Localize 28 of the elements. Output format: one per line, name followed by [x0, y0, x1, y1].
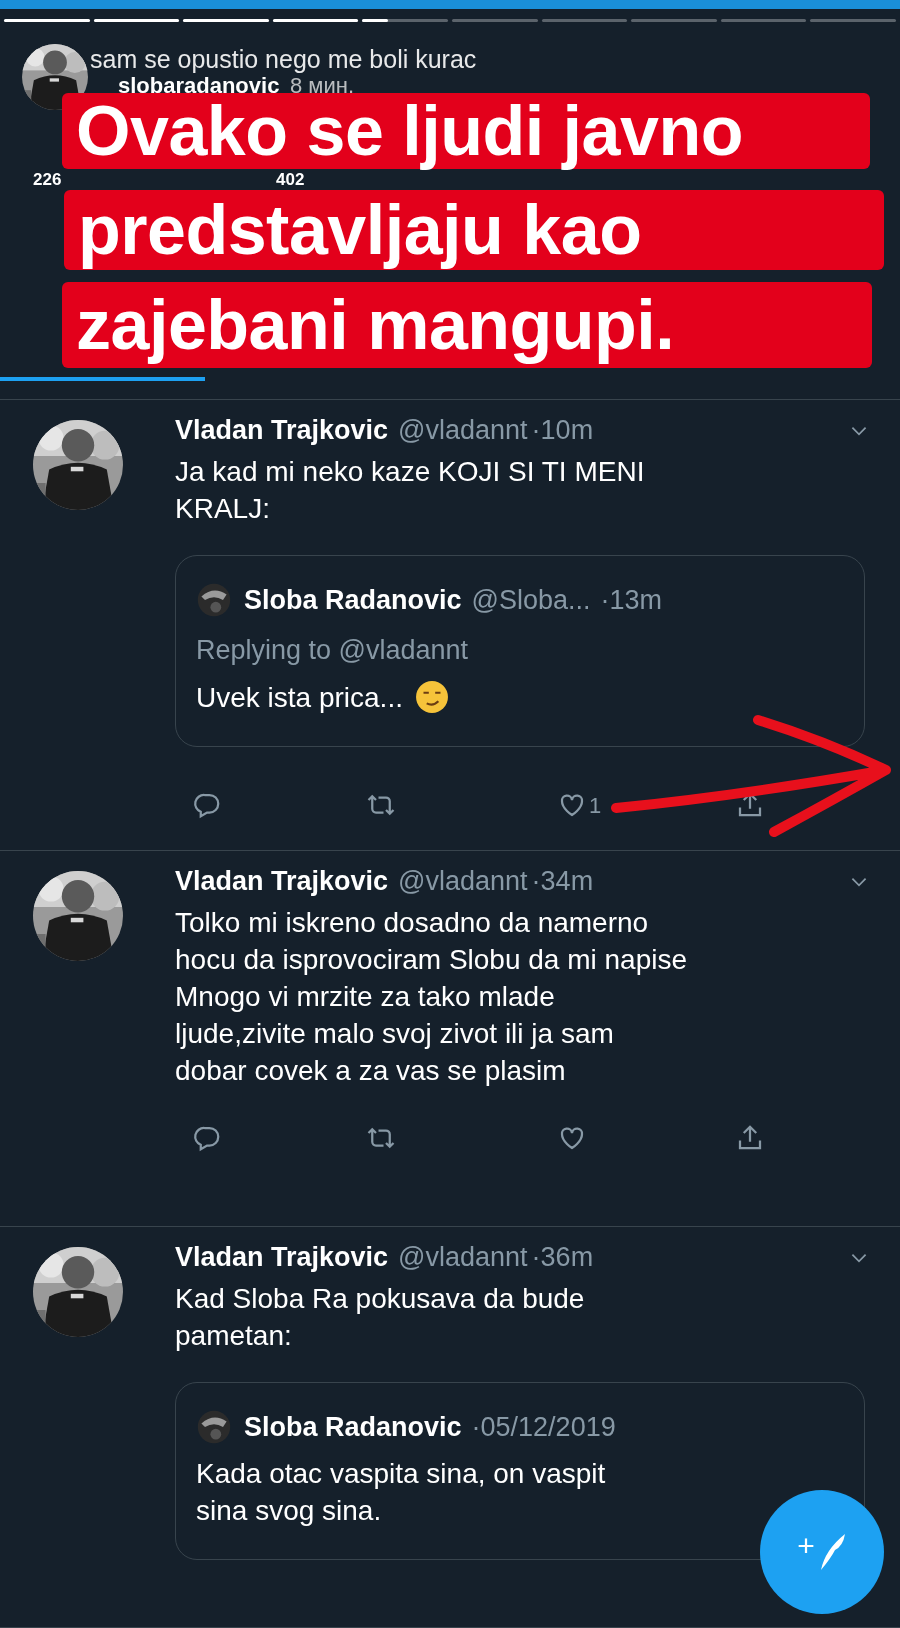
author-name: Vladan Trajkovic	[175, 414, 389, 447]
caption-banner: zajebani mangupi.	[62, 282, 872, 368]
following-count: 226	[33, 171, 62, 188]
tweet-text: Kada otac vaspita sina, on vaspit sina svog sina.	[196, 1457, 606, 1528]
tweet-text: Ja kad mi neko kaze KOJI SI TI MENI KRALJ:	[175, 454, 646, 526]
tweet-text: Kad Sloba Ra pokusava da bude pametan:	[175, 1281, 586, 1353]
author-handle: @vladannt	[398, 865, 528, 898]
like-count: 1	[589, 791, 602, 820]
tweet-time: ·10m	[531, 414, 594, 447]
tweet-text: Uvek ista prica...	[196, 680, 403, 715]
tweet-time: ·36m	[531, 1241, 594, 1274]
author-name: Vladan Trajkovic	[175, 865, 389, 898]
tweet-time: ·05/12/2019	[471, 1410, 616, 1444]
quoted-tweet-card[interactable]: Sloba Radanovic @Sloba... ·13m Replying to @vladannt Uvek ista prica...	[175, 554, 865, 747]
story-caption: sam se opustio nego me boli kurac	[90, 44, 477, 75]
followers-count: 402	[276, 171, 305, 188]
tweet-time: ·13m	[600, 583, 663, 617]
replying-to-text: Replying to @vladannt	[196, 634, 470, 667]
author-name: Sloba Radanovic	[244, 583, 462, 617]
tweet-time: ·34m	[531, 865, 594, 898]
author-handle: @vladannt	[398, 414, 528, 447]
caption-banner: predstavljaju kao	[64, 190, 884, 270]
author-handle: @Sloba...	[471, 583, 591, 617]
author-name: Vladan Trajkovic	[175, 1241, 389, 1274]
caption-banner: Ovako se ljudi javno	[62, 93, 870, 169]
author-name: Sloba Radanovic	[244, 1410, 462, 1444]
author-handle: @vladannt	[398, 1241, 528, 1274]
tweet-text: Tolko mi iskreno dosadno da namerno hocu da isprovociram Slobu da mi napise Mnogo vi mrzite za tako mlade ljude,zivite malo svoj zivot ili ja sam dobar covek a za vas se plasim	[175, 905, 689, 1088]
